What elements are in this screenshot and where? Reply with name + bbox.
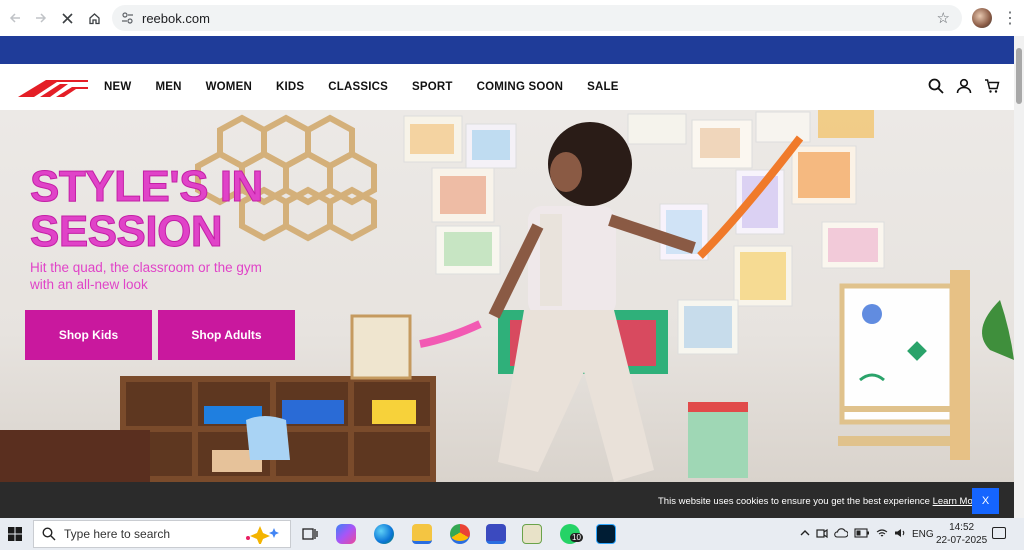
meet-icon[interactable] — [816, 527, 828, 542]
clock-date: 22-07-2025 — [936, 535, 988, 546]
edge-icon[interactable] — [374, 524, 394, 544]
cloud-icon[interactable] — [834, 527, 849, 541]
headline-line-1: STYLE'S IN — [30, 162, 264, 211]
clock-time: 14:52 — [949, 522, 975, 533]
page-scrollbar[interactable] — [1014, 36, 1024, 518]
shop-adults-button[interactable]: Shop Adults — [158, 310, 295, 360]
forward-button[interactable] — [28, 5, 54, 31]
chevron-up-icon[interactable] — [800, 529, 810, 540]
address-bar[interactable]: reebok.com ☆ — [112, 5, 962, 31]
windows-start-icon[interactable] — [8, 527, 22, 541]
whatsapp-badge: 10 — [570, 533, 583, 542]
copilot-icon[interactable] — [336, 524, 356, 544]
scrollbar-thumb[interactable] — [1016, 48, 1022, 104]
nav-sale[interactable]: SALE — [587, 81, 618, 93]
reebok-logo[interactable] — [16, 76, 90, 98]
arrow-right-icon — [36, 13, 47, 23]
arrow-left-icon — [9, 13, 20, 23]
nav-men[interactable]: MEN — [155, 81, 181, 93]
profile-avatar[interactable] — [972, 8, 992, 28]
home-button[interactable] — [81, 5, 107, 31]
hero-subhead: Hit the quad, the classroom or the gym w… — [30, 259, 290, 293]
clock[interactable]: 14:52 22-07-2025 — [936, 521, 987, 547]
site-info-icon[interactable] — [112, 12, 142, 24]
notepad-icon[interactable] — [522, 524, 542, 544]
nav-classics[interactable]: CLASSICS — [328, 81, 388, 93]
stop-button[interactable] — [54, 5, 80, 31]
cookie-message: This website uses cookies to ensure you … — [658, 496, 981, 507]
nav-kids[interactable]: KIDS — [276, 81, 304, 93]
bookmark-star-icon[interactable]: ☆ — [937, 9, 950, 27]
whatsapp-icon[interactable]: 10 — [560, 524, 583, 544]
sparkle-icon — [246, 526, 279, 544]
header-actions — [928, 78, 1000, 94]
url-text: reebok.com — [142, 10, 210, 26]
subhead-line-2: with an all-new look — [30, 277, 148, 292]
photoshop-icon[interactable] — [596, 524, 616, 544]
nav-coming-soon[interactable]: COMING SOON — [477, 81, 564, 93]
promo-bar — [0, 36, 1014, 64]
subhead-line-1: Hit the quad, the classroom or the gym — [30, 260, 262, 275]
account-icon[interactable] — [956, 78, 972, 94]
browser-menu-icon[interactable]: ⋮ — [1002, 8, 1018, 28]
nav-sport[interactable]: SPORT — [412, 81, 453, 93]
search-icon — [42, 527, 56, 541]
site-header: NEW MEN WOMEN KIDS CLASSICS SPORT COMING… — [0, 64, 1014, 110]
notification-icon[interactable] — [992, 527, 1006, 539]
back-button[interactable] — [2, 5, 28, 31]
language-indicator[interactable]: ENG — [912, 529, 934, 540]
close-icon — [61, 12, 73, 24]
headline-line-2: SESSION — [30, 207, 224, 256]
taskbar-search[interactable]: Type here to search — [33, 520, 291, 548]
search-icon[interactable] — [928, 78, 944, 94]
file-explorer-icon[interactable] — [412, 524, 432, 544]
chrome-icon[interactable] — [450, 524, 470, 544]
task-view-icon[interactable] — [300, 524, 320, 544]
cookie-close-button[interactable]: X — [972, 488, 999, 514]
cart-icon[interactable] — [984, 78, 1000, 94]
browser-toolbar: reebok.com ☆ ⋮ — [0, 0, 1024, 36]
home-icon — [88, 12, 100, 24]
wifi-icon[interactable] — [876, 528, 888, 541]
volume-icon[interactable] — [894, 528, 906, 541]
hero-banner: STYLE'S IN SESSION Hit the quad, the cla… — [0, 110, 1014, 482]
nav-new[interactable]: NEW — [104, 81, 131, 93]
battery-icon[interactable] — [854, 527, 870, 541]
cookie-text: This website uses cookies to ensure you … — [658, 496, 930, 507]
system-tray: ENG — [800, 518, 934, 550]
teams-icon[interactable] — [486, 524, 506, 544]
hero-headline: STYLE'S IN SESSION — [30, 162, 264, 256]
search-placeholder: Type here to search — [64, 527, 171, 541]
cookie-banner: This website uses cookies to ensure you … — [0, 482, 1014, 518]
shop-kids-button[interactable]: Shop Kids — [25, 310, 152, 360]
main-nav: NEW MEN WOMEN KIDS CLASSICS SPORT COMING… — [104, 64, 643, 110]
windows-taskbar: Type here to search 10 ENG 14:52 22-07-2… — [0, 518, 1024, 550]
nav-women[interactable]: WOMEN — [206, 81, 252, 93]
